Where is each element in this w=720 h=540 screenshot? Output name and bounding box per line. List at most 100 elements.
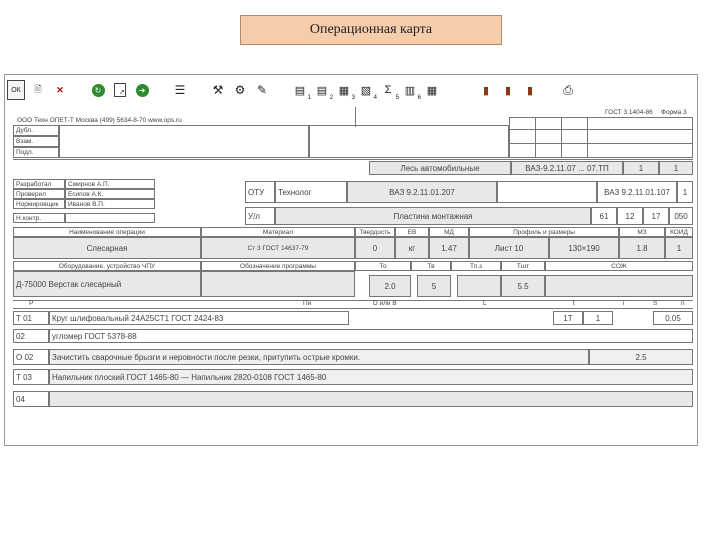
close-button[interactable]: ✕ xyxy=(51,80,69,100)
op-material: Ст 3 ГОСТ 14637-79 xyxy=(201,237,355,259)
op-header-hardness: Твердость xyxy=(355,227,395,237)
step-c3: 0.05 xyxy=(653,311,693,325)
step-code: 02 xyxy=(13,329,49,343)
equip-name: Д-75000 Верстак слесарный xyxy=(13,271,201,297)
form5-icon: Σ xyxy=(384,84,392,96)
form4-button[interactable]: ▧ 4 xyxy=(357,80,377,102)
podl-label: Подл. xyxy=(13,147,59,158)
detail-n3: 17 xyxy=(643,207,669,225)
list-button[interactable]: ☰ xyxy=(171,80,189,100)
person-name: Смирнов А.П. xyxy=(65,179,155,189)
book3-button[interactable]: ▮ xyxy=(521,80,539,100)
person-role: Н.контр. xyxy=(13,213,65,223)
org-label: ОТУ xyxy=(245,181,275,203)
detail-name: Пластина монтажная xyxy=(275,207,591,225)
tool1-button[interactable]: ⚒ xyxy=(209,80,227,100)
export-button[interactable]: ➚ xyxy=(111,80,129,100)
person-name: Есипов А.К. xyxy=(65,189,155,199)
printer-button[interactable]: ⎙ xyxy=(559,80,577,100)
op-size: 130×190 xyxy=(549,237,619,259)
doc-code-2: ВАЗ 9.2.11.01.107 xyxy=(597,181,677,203)
book1-icon: ▮ xyxy=(482,84,490,97)
detail-n2: 12 xyxy=(617,207,643,225)
equip-header-tpz: Тп.з xyxy=(451,261,501,271)
equip-tv: 5 xyxy=(417,275,451,297)
sheet-total: 1 xyxy=(659,161,693,175)
step-text: Напильник плоский ГОСТ 1465-80 — Напильн… xyxy=(49,369,693,385)
op-header-mz: МЗ xyxy=(619,227,665,237)
book2-icon: ▮ xyxy=(504,84,512,97)
operation-card-window: ОК 🖹 ✕ ↻ ➚ ➜ ☰ ⚒ ⚙ ✎ ▤ 1 ▤ 2 ▦ 3 ▧ 4 Σ5 ▥ 6 ▦… xyxy=(4,74,698,446)
refresh-button[interactable]: ↻ xyxy=(89,80,107,100)
op-header-koid: КОИД xyxy=(665,227,693,237)
op-header-name: Наименование операции xyxy=(13,227,201,237)
slide-title: Операционная карта xyxy=(240,15,502,45)
form7-icon: ▦ xyxy=(426,84,438,97)
step-text: Зачистить сварочные брызги и неровности … xyxy=(49,349,589,365)
step-code: 04 xyxy=(13,391,49,407)
part-name: Лесь автомобильные xyxy=(369,161,511,175)
person-role: Проверил xyxy=(13,189,65,199)
form5-button[interactable]: Σ5 xyxy=(379,80,399,101)
equip-header-tv: Тв xyxy=(411,261,451,271)
op-mz: 1.8 xyxy=(619,237,665,259)
form7-button[interactable]: ▦ xyxy=(423,80,441,100)
step-c1: 2.5 xyxy=(589,349,693,365)
step-text: угломер ГОСТ 5378-88 xyxy=(49,329,693,343)
equip-header-program: Обозначение программы xyxy=(201,261,355,271)
person-name xyxy=(65,213,155,223)
sheet-number: 1 xyxy=(623,161,659,175)
step-code: Т 03 xyxy=(13,369,49,385)
close-icon: ✕ xyxy=(56,84,64,95)
book1-button[interactable]: ▮ xyxy=(477,80,495,100)
ok-button[interactable]: ОК xyxy=(7,80,25,100)
book2-button[interactable]: ▮ xyxy=(499,80,517,100)
book3-icon: ▮ xyxy=(526,84,534,97)
form4-icon: ▧ xyxy=(360,84,372,97)
dubl-label: Дубл. xyxy=(13,125,59,136)
gost-label: ГОСТ 3.1404-86 xyxy=(605,109,653,116)
part-code: ВАЗ-9.2.11.07 ... 07.ТП xyxy=(511,161,623,175)
tool2-button[interactable]: ⚙ xyxy=(231,80,249,100)
detail-n1: 61 xyxy=(591,207,617,225)
person-role: Нормировщик xyxy=(13,199,65,209)
form6-icon: ▥ xyxy=(404,84,416,97)
form1-button[interactable]: ▤ 1 xyxy=(291,80,311,102)
forward-button[interactable]: ➜ xyxy=(133,80,151,100)
op-hardness: 0 xyxy=(355,237,395,259)
form6-button[interactable]: ▥ 6 xyxy=(401,80,421,102)
op-header-material: Материал xyxy=(201,227,355,237)
print-preview-button[interactable]: 🖹 xyxy=(29,80,47,100)
op-header-md: МД xyxy=(429,227,469,237)
op-ev: кг xyxy=(395,237,429,259)
step-text: Круг шлифовальный 24А25СТ1 ГОСТ 2424-83 xyxy=(49,311,349,325)
equip-tpz xyxy=(457,275,501,297)
op-profile: Лист 10 xyxy=(469,237,549,259)
form3-icon: ▦ xyxy=(338,84,350,97)
print-preview-icon: 🖹 xyxy=(34,84,42,94)
form1-icon: ▤ xyxy=(294,84,306,97)
op-koid: 1 xyxy=(665,237,693,259)
tool3-button[interactable]: ✎ xyxy=(253,80,271,100)
step-c2: 1 xyxy=(583,311,613,325)
forward-icon: ➜ xyxy=(135,83,149,97)
tool3-icon: ✎ xyxy=(256,83,268,97)
op-name: Слесарная xyxy=(13,237,201,259)
form3-button[interactable]: ▦ 3 xyxy=(335,80,355,102)
equip-header-name: Оборудование, устройство ЧПУ xyxy=(13,261,201,271)
step-code: О 02 xyxy=(13,349,49,365)
equip-header-to: То xyxy=(355,261,411,271)
list-icon: ☰ xyxy=(174,83,186,97)
export-icon: ➚ xyxy=(114,83,126,97)
equip-to: 2.0 xyxy=(369,275,411,297)
op-header-ev: ЕВ xyxy=(395,227,429,237)
op-md: 1.47 xyxy=(429,237,469,259)
toolbar: ОК 🖹 ✕ ↻ ➚ ➜ ☰ ⚒ ⚙ ✎ ▤ 1 ▤ 2 ▦ 3 ▧ 4 Σ5 ▥ 6 ▦… xyxy=(5,75,697,105)
step-text xyxy=(49,391,693,407)
form2-button[interactable]: ▤ 2 xyxy=(313,80,333,102)
op-header-profile: Профиль и размеры xyxy=(469,227,619,237)
vzam-label: Взам. xyxy=(13,136,59,147)
unit-label: У/л xyxy=(245,207,275,225)
equip-tsht: 5.5 xyxy=(501,275,545,297)
doc-sheet: 1 xyxy=(677,181,693,203)
